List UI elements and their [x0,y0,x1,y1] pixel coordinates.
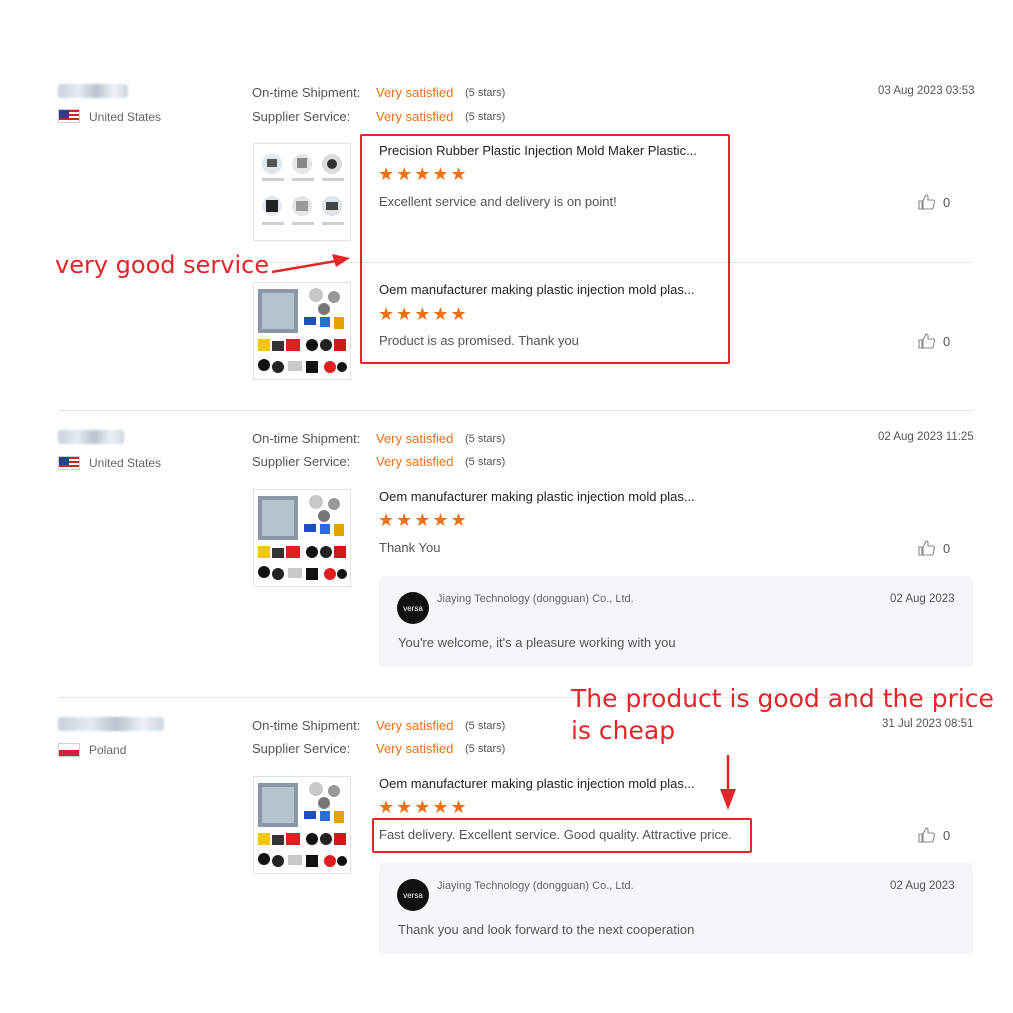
ontime-shipment-stars: (5 stars) [465,433,506,445]
rating-stars: ★★★★★ [378,797,469,817]
supplier-service-rating: Very satisfied [376,109,454,124]
like-count: 0 [943,333,951,349]
ontime-shipment-label: On-time Shipment: [252,431,361,446]
supplier-service-rating: Very satisfied [376,454,454,469]
reviewer-country: United States [89,456,162,470]
supplier-service-label: Supplier Service: [252,109,351,124]
reply-text: Thank you and look forward to the next c… [398,922,695,937]
product-title-link[interactable]: Oem manufacturer making plastic injectio… [379,776,695,791]
product-thumbnail[interactable] [253,776,351,874]
annotation-product-text-line1: The product is good and the price [571,684,994,713]
like-button[interactable]: 0 [918,194,950,210]
ontime-shipment-rating: Very satisfied [376,85,454,100]
review-divider [58,410,973,411]
flag-us-icon [58,109,80,123]
product-thumbnail[interactable] [253,489,351,587]
supplier-service-label: Supplier Service: [252,741,351,756]
supplier-service-stars: (5 stars) [465,743,506,755]
reviewer-country: Poland [89,743,127,757]
supplier-service-label: Supplier Service: [252,454,351,469]
product-title-link[interactable]: Oem manufacturer making plastic injectio… [379,489,695,504]
supplier-logo: versa [397,879,429,911]
ontime-shipment-rating: Very satisfied [376,431,454,446]
rating-stars: ★★★★★ [378,510,469,530]
reply-date: 02 Aug 2023 [890,593,955,605]
like-button[interactable]: 0 [918,333,950,349]
supplier-reply: versa Jiaying Technology (dongguan) Co.,… [379,576,973,667]
reviewer-name-blurred [58,84,128,98]
supplier-service-rating: Very satisfied [376,741,454,756]
ontime-shipment-rating: Very satisfied [376,718,454,733]
reply-date: 02 Aug 2023 [890,880,955,892]
highlight-box-reviews [360,134,730,364]
flag-poland-icon [58,743,80,757]
annotation-arrow-icon [271,254,350,274]
thumbs-up-icon [918,194,935,210]
ontime-shipment-label: On-time Shipment: [252,718,361,733]
review-date: 03 Aug 2023 03:53 [878,85,975,97]
annotation-down-arrow-icon [720,755,736,810]
review-date: 02 Aug 2023 11:25 [878,431,974,443]
reviewer-name-blurred [58,717,164,731]
thumbs-up-icon [918,540,935,556]
reply-text: You're welcome, it's a pleasure working … [398,635,676,650]
product-thumbnail[interactable] [253,143,351,241]
supplier-service-stars: (5 stars) [465,111,506,123]
ontime-shipment-label: On-time Shipment: [252,85,361,100]
flag-us-icon [58,456,80,470]
like-button[interactable]: 0 [918,540,950,556]
review-date: 31 Jul 2023 08:51 [882,718,974,730]
annotation-service-text: very good service [55,251,270,279]
highlight-box-review-text [372,818,752,853]
like-count: 0 [943,827,951,843]
like-button[interactable]: 0 [918,827,950,843]
reviewer-country: United States [89,110,162,124]
review-text: Thank You [379,540,441,555]
thumbs-up-icon [918,333,935,349]
supplier-logo: versa [397,592,429,624]
supplier-name: Jiaying Technology (dongguan) Co., Ltd. [437,880,634,892]
supplier-name: Jiaying Technology (dongguan) Co., Ltd. [437,593,634,605]
product-thumbnail[interactable] [253,282,351,380]
supplier-service-stars: (5 stars) [465,456,506,468]
ontime-shipment-stars: (5 stars) [465,720,506,732]
thumbs-up-icon [918,827,935,843]
annotation-product-text-line2: is cheap [571,716,676,745]
like-count: 0 [943,194,951,210]
supplier-reply: versa Jiaying Technology (dongguan) Co.,… [379,863,973,954]
like-count: 0 [943,540,951,556]
reviewer-name-blurred [58,430,124,444]
ontime-shipment-stars: (5 stars) [465,87,506,99]
